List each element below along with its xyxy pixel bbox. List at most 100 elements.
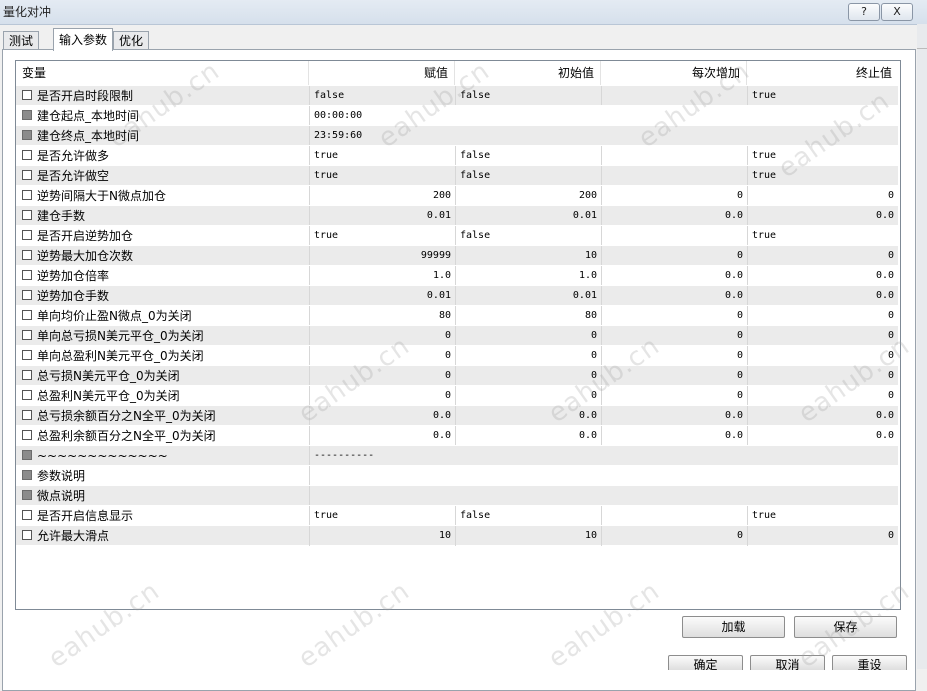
save-button[interactable]: 保存 [794,616,897,638]
step-value[interactable]: 0 [601,306,747,326]
parameter-value[interactable]: 0 [309,366,455,386]
stop-value[interactable]: true [747,226,898,246]
table-row[interactable]: 微点说明 [16,485,898,506]
stop-value[interactable] [747,486,898,506]
step-value[interactable] [601,486,747,506]
parameter-value[interactable] [309,486,455,506]
step-value[interactable] [601,146,747,166]
reset-button[interactable]: 重设 [832,655,907,670]
stop-value[interactable] [747,466,898,486]
start-value[interactable]: false [455,86,601,106]
column-header-value[interactable]: 赋值 [309,61,455,85]
parameter-value[interactable]: 200 [309,186,455,206]
start-value[interactable]: false [455,146,601,166]
step-value[interactable] [601,466,747,486]
step-value[interactable]: 0.0 [601,426,747,446]
parameter-value[interactable]: 0 [309,346,455,366]
stop-value[interactable] [747,446,898,466]
table-row[interactable]: 逆势最大加仓次数 99999 10 0 0 [16,245,898,266]
parameter-value[interactable]: 0.0 [309,426,455,446]
parameter-value[interactable]: true [309,166,455,186]
step-value[interactable] [601,506,747,526]
load-button[interactable]: 加载 [682,616,785,638]
step-value[interactable]: 0.0 [601,406,747,426]
step-value[interactable] [601,86,747,106]
step-value[interactable]: 0 [601,526,747,546]
parameter-value[interactable]: 10 [309,526,455,546]
table-row[interactable]: 总亏损N美元平仓_0为关闭 0 0 0 0 [16,365,898,386]
stop-value[interactable]: 0.0 [747,426,898,446]
parameter-value[interactable]: 99999 [309,246,455,266]
stop-value[interactable]: 0.0 [747,406,898,426]
stop-value[interactable]: 0 [747,366,898,386]
step-value[interactable]: 0.0 [601,286,747,306]
start-value[interactable] [455,466,601,486]
cancel-button[interactable]: 取消 [750,655,825,670]
stop-value[interactable]: 0 [747,306,898,326]
stop-value[interactable]: 0.0 [747,286,898,306]
stop-value[interactable]: 0 [747,526,898,546]
stop-value[interactable] [747,126,898,146]
table-row[interactable]: 总盈利N美元平仓_0为关闭 0 0 0 0 [16,385,898,406]
start-value[interactable] [455,446,601,466]
stop-value[interactable]: 0.0 [747,266,898,286]
step-value[interactable]: 0 [601,326,747,346]
tab-optimize[interactable]: 优化 [113,31,150,51]
start-value[interactable]: 10 [455,526,601,546]
parameter-value[interactable]: 80 [309,306,455,326]
table-row[interactable]: 建仓手数 0.01 0.01 0.0 0.0 [16,205,898,226]
start-value[interactable] [455,106,601,126]
start-value[interactable]: 0 [455,326,601,346]
start-value[interactable] [455,126,601,146]
ok-button[interactable]: 确定 [668,655,743,670]
stop-value[interactable]: 0 [747,186,898,206]
start-value[interactable]: false [455,226,601,246]
start-value[interactable]: 0.01 [455,286,601,306]
table-row[interactable]: ~~~~~~~~~~~~~ ---------- [16,445,898,466]
table-row[interactable]: 逆势加仓倍率 1.0 1.0 0.0 0.0 [16,265,898,286]
table-row[interactable]: 参数说明 [16,465,898,486]
step-value[interactable]: 0 [601,246,747,266]
column-header-step[interactable]: 每次增加 [601,61,747,85]
start-value[interactable]: 0.0 [455,426,601,446]
step-value[interactable]: 0.0 [601,266,747,286]
step-value[interactable] [601,126,747,146]
close-button[interactable]: X [881,3,913,21]
start-value[interactable]: 200 [455,186,601,206]
start-value[interactable]: 0 [455,366,601,386]
table-row[interactable]: 总亏损余额百分之N全平_0为关闭 0.0 0.0 0.0 0.0 [16,405,898,426]
start-value[interactable]: 0.0 [455,406,601,426]
table-row[interactable]: 总盈利余额百分之N全平_0为关闭 0.0 0.0 0.0 0.0 [16,425,898,446]
parameter-value[interactable]: 0 [309,326,455,346]
parameter-value[interactable]: true [309,226,455,246]
start-value[interactable]: false [455,506,601,526]
table-row[interactable]: 逆势间隔大于N微点加仓 200 200 0 0 [16,185,898,206]
table-row[interactable]: 逆势加仓手数 0.01 0.01 0.0 0.0 [16,285,898,306]
stop-value[interactable]: 0.0 [747,206,898,226]
table-row[interactable]: 允许最大滑点 10 10 0 0 [16,525,898,546]
column-header-variable[interactable]: 变量 [16,61,309,85]
parameter-value[interactable]: 0 [309,386,455,406]
start-value[interactable]: 0 [455,386,601,406]
stop-value[interactable] [747,106,898,126]
step-value[interactable]: 0 [601,346,747,366]
parameter-value[interactable]: 1.0 [309,266,455,286]
help-button[interactable]: ? [848,3,880,21]
table-row[interactable]: 单向均价止盈N微点_0为关闭 80 80 0 0 [16,305,898,326]
parameter-value[interactable]: 00:00:00 [309,106,455,126]
stop-value[interactable]: 0 [747,386,898,406]
stop-value[interactable]: 0 [747,326,898,346]
parameter-value[interactable]: 0.0 [309,406,455,426]
parameter-value[interactable]: true [309,506,455,526]
parameter-grid[interactable]: 变量 赋值 初始值 每次增加 终止值 是否开启时段限制 false false tru… [15,60,901,610]
parameter-value[interactable]: true [309,146,455,166]
start-value[interactable]: 1.0 [455,266,601,286]
start-value[interactable]: 0 [455,346,601,366]
step-value[interactable]: 0 [601,366,747,386]
table-row[interactable]: 建仓起点_本地时间 00:00:00 [16,105,898,126]
parameter-value[interactable]: 23:59:60 [309,126,455,146]
stop-value[interactable]: true [747,146,898,166]
stop-value[interactable]: true [747,166,898,186]
table-row[interactable]: 单向总盈利N美元平仓_0为关闭 0 0 0 0 [16,345,898,366]
step-value[interactable] [601,106,747,126]
